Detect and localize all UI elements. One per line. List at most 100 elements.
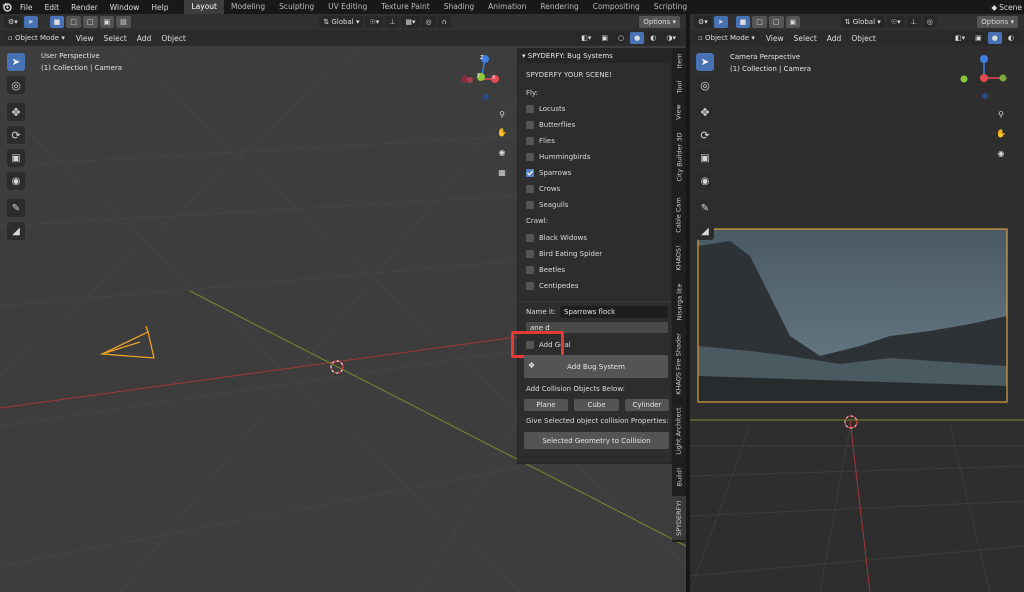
tab-sculpting[interactable]: Sculpting (272, 0, 321, 14)
menu-select[interactable]: Select (99, 34, 132, 43)
menu-view[interactable]: View (71, 34, 99, 43)
transform-orientation-dropdown[interactable]: ⇅ Global ▾ (319, 16, 364, 28)
checkbox-locusts[interactable]: Locusts (526, 105, 565, 113)
select-mode-subtract-button[interactable]: □ (82, 16, 98, 28)
right-pan-hand-icon[interactable]: ✋ (994, 126, 1008, 140)
right-orientation-dropdown[interactable]: ⇅ Global ▾ (840, 16, 885, 28)
tab-light-architect[interactable]: Light Architect (672, 402, 686, 460)
checkbox-crows[interactable]: Crows (526, 185, 560, 193)
right-camera-viewport[interactable]: ➤ ◎ ✥ ⟳ ▣ ◉ ✎ ◢ Camera Perspective (1) C… (690, 46, 1024, 592)
tab-item[interactable]: Item (672, 48, 686, 74)
rendered-shading-icon[interactable]: ◑▾ (662, 32, 680, 44)
right-select-mode-new-button[interactable]: ■ (735, 16, 751, 28)
pivot-point-dropdown[interactable]: ☉▾ (365, 16, 384, 28)
material-shading-icon[interactable]: ◐ (646, 32, 661, 44)
tab-compositing[interactable]: Compositing (586, 0, 647, 14)
right-pivot-dropdown[interactable]: ☉▾ (886, 16, 905, 28)
options-dropdown[interactable]: Options ▾ (639, 16, 680, 28)
menu-add[interactable]: Add (132, 34, 157, 43)
checkbox-black-widows[interactable]: Black Widows (526, 234, 587, 242)
menu-window[interactable]: Window (104, 3, 146, 12)
select-box-tool[interactable]: ➤ (7, 53, 25, 71)
right-options-dropdown[interactable]: Options ▾ (977, 16, 1019, 28)
measure-tool[interactable]: ◢ (7, 222, 25, 240)
scene-icon[interactable]: ◆ (989, 3, 999, 12)
right-zoom-icon[interactable]: ⚲ (994, 107, 1008, 121)
tab-animation[interactable]: Animation (481, 0, 533, 14)
snap-toggle[interactable]: ⊥ (385, 16, 400, 28)
checkbox-hummingbirds[interactable]: Hummingbirds (526, 153, 590, 161)
zoom-icon[interactable]: ⚲ (495, 107, 509, 121)
right-snap-toggle[interactable]: ⊥ (906, 16, 921, 28)
checkbox-bird-eating-spider[interactable]: Bird Eating Spider (526, 250, 602, 258)
right-select-tool-button[interactable]: ➤ (713, 16, 728, 28)
menu-file[interactable]: File (14, 3, 39, 12)
pan-hand-icon[interactable]: ✋ (495, 125, 509, 139)
tab-tool[interactable]: Tool (672, 76, 686, 98)
tab-texture-paint[interactable]: Texture Paint (374, 0, 436, 14)
tab-layout[interactable]: Layout (184, 0, 224, 14)
menu-edit[interactable]: Edit (39, 3, 66, 12)
right-menu-object[interactable]: Object (846, 34, 880, 43)
menu-object[interactable]: Object (156, 34, 190, 43)
xray-icon[interactable]: ▣ (597, 32, 613, 44)
tab-khaos[interactable]: KHAOS! (672, 241, 686, 275)
tab-modeling[interactable]: Modeling (224, 0, 272, 14)
checkbox-sparrows[interactable]: Sparrows (526, 169, 571, 177)
right-editor-type-button[interactable]: ⚙▾ (694, 16, 712, 28)
tab-khaos-fire-shader[interactable]: KHAOS Fire Shader (672, 329, 686, 399)
select-mode-intersect-button[interactable]: ▤ (116, 16, 131, 28)
right-cursor-tool[interactable]: ◎ (696, 76, 714, 94)
tab-spyderfy[interactable]: SPYDERFY! (672, 496, 686, 540)
scene-label[interactable]: Scene (999, 3, 1024, 12)
right-camera-view-icon[interactable]: ◉ (994, 146, 1008, 160)
perspective-grid-icon[interactable]: ▦ (495, 165, 509, 179)
wireframe-shading-icon[interactable]: ○ (614, 32, 629, 44)
proportional-editing-toggle[interactable]: ◎ (421, 16, 436, 28)
right-select-mode-subtract-button[interactable]: □ (768, 16, 784, 28)
tab-view[interactable]: View (672, 100, 686, 124)
right-select-box-tool[interactable]: ➤ (696, 53, 714, 71)
right-transform-tool[interactable]: ◉ (696, 172, 714, 190)
select-mode-extend-button[interactable]: □ (66, 16, 81, 28)
checkbox-flies[interactable]: Flies (526, 137, 555, 145)
right-menu-view[interactable]: View (761, 34, 789, 43)
right-rotate-tool[interactable]: ⟳ (696, 126, 714, 144)
tab-build[interactable]: Build! (672, 464, 686, 490)
right-move-tool[interactable]: ✥ (696, 103, 714, 121)
select-mode-invert-button[interactable]: ▣ (99, 16, 115, 28)
right-select-mode-invert-button[interactable]: ▣ (785, 16, 801, 28)
right-solid-shading-icon[interactable]: ● (987, 32, 1002, 44)
blender-logo-icon[interactable] (0, 0, 14, 14)
move-tool[interactable]: ✥ (7, 103, 25, 121)
right-object-mode-dropdown[interactable]: ▫ Object Mode ▾ (694, 32, 759, 44)
tab-scripting[interactable]: Scripting (647, 0, 694, 14)
tab-shading[interactable]: Shading (437, 0, 481, 14)
overlays-icon[interactable]: ◧▾ (577, 32, 596, 44)
cursor-tool[interactable]: ◎ (7, 76, 25, 94)
right-menu-add[interactable]: Add (822, 34, 847, 43)
menu-help[interactable]: Help (145, 3, 174, 12)
cube-button[interactable]: Cube (574, 399, 619, 411)
tab-uv-editing[interactable]: UV Editing (321, 0, 374, 14)
right-annotate-tool[interactable]: ✎ (696, 199, 714, 217)
plane-button[interactable]: Plane (524, 399, 568, 411)
right-proportional-toggle[interactable]: ◎ (922, 16, 937, 28)
checkbox-seagulls[interactable]: Seagulls (526, 201, 568, 209)
falloff-dropdown[interactable]: ∩ (437, 16, 451, 28)
right-measure-tool[interactable]: ◢ (696, 222, 714, 240)
camera-view-icon[interactable]: ◉ (495, 145, 509, 159)
editor-type-button[interactable]: ⚙▾ (4, 16, 22, 28)
menu-render[interactable]: Render (65, 3, 104, 12)
solid-shading-icon[interactable]: ● (630, 32, 645, 44)
snap-target-dropdown[interactable]: ▦▾ (401, 16, 420, 28)
right-select-mode-extend-button[interactable]: □ (752, 16, 767, 28)
right-menu-select[interactable]: Select (789, 34, 822, 43)
selected-geometry-collision-button[interactable]: Selected Geometry to Collision (524, 432, 669, 449)
tab-nisarga-lite[interactable]: Nisarga lite (672, 278, 686, 326)
transform-tool[interactable]: ◉ (7, 172, 25, 190)
checkbox-butterflies[interactable]: Butterflies (526, 121, 575, 129)
tab-city-builder[interactable]: City Builder 3D (672, 126, 686, 188)
right-xray-icon[interactable]: ▣ (971, 32, 986, 44)
right-overlays-icon[interactable]: ◧▾ (951, 32, 970, 44)
